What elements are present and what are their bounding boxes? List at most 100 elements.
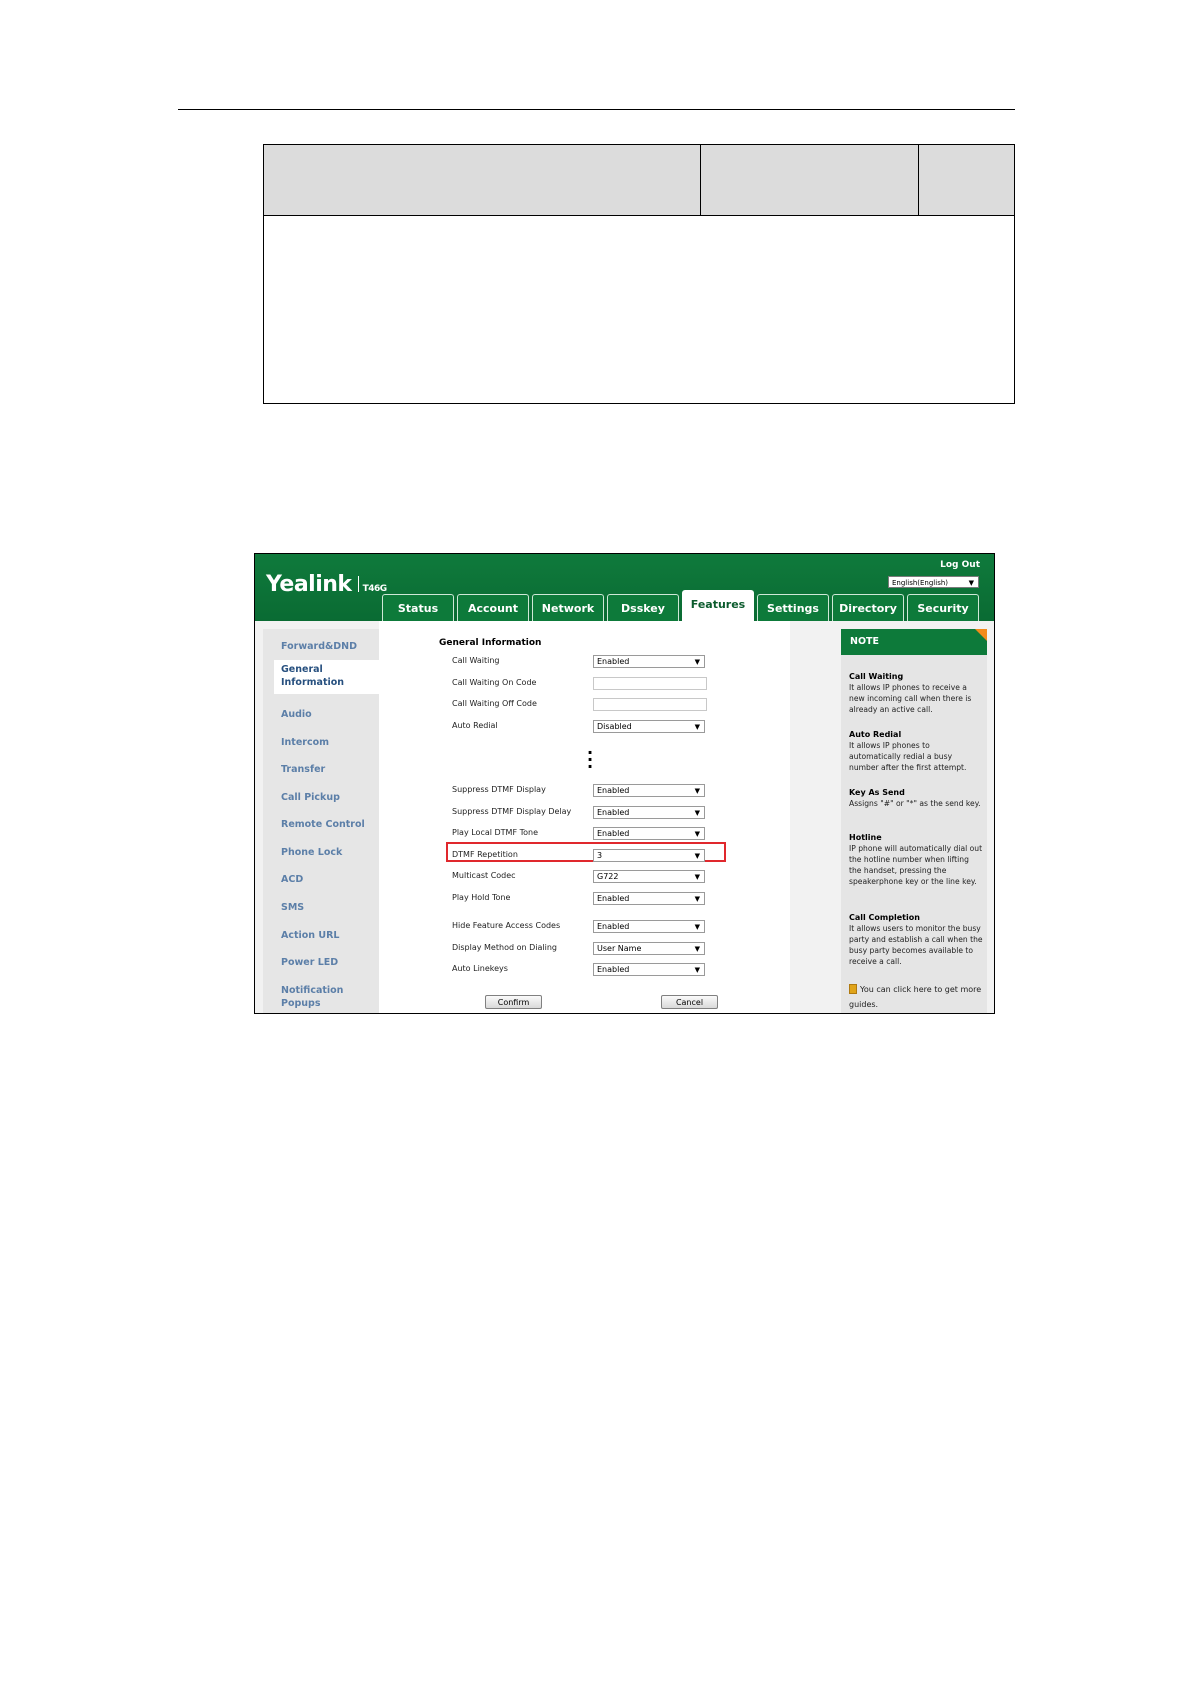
select-value: 3	[597, 851, 603, 860]
display-method-on-dialing-label: Display Method on Dialing	[452, 943, 557, 952]
dropdown-arrow-icon: ▼	[694, 895, 700, 903]
suppress-dtmf-display-delay-label: Suppress DTMF Display Delay	[452, 807, 572, 816]
display-method-on-dialing-select[interactable]: User Name ▼	[593, 942, 705, 955]
note-text: It allows IP phones to receive a new inc…	[849, 683, 972, 714]
note-call-completion: Call Completion It allows users to monit…	[849, 912, 983, 967]
sidebar: Forward&DND General Information Audio In…	[263, 629, 379, 1013]
note-panel: NOTE Call Waiting It allows IP phones to…	[841, 629, 987, 1013]
select-value: Disabled	[597, 722, 632, 731]
note-text: It allows IP phones to automatically red…	[849, 741, 967, 772]
sidebar-item-forward-dnd[interactable]: Forward&DND	[281, 640, 357, 653]
dropdown-arrow-icon: ▼	[694, 923, 700, 931]
tab-dsskey[interactable]: Dsskey	[607, 594, 679, 621]
note-auto-redial: Auto Redial It allows IP phones to autom…	[849, 729, 983, 773]
yealink-logo: Yealink T46G	[266, 572, 387, 597]
suppress-dtmf-display-select[interactable]: Enabled ▼	[593, 784, 705, 797]
dtmf-repetition-select[interactable]: 3 ▼	[593, 849, 705, 862]
tab-status[interactable]: Status	[382, 594, 454, 621]
note-text: IP phone will automatically dial out the…	[849, 844, 983, 886]
play-hold-tone-select[interactable]: Enabled ▼	[593, 892, 705, 905]
dropdown-arrow-icon: ▼	[968, 579, 974, 587]
note-heading: Hotline	[849, 833, 882, 842]
dropdown-arrow-icon: ▼	[694, 873, 700, 881]
sidebar-item-action-url[interactable]: Action URL	[281, 929, 339, 942]
confirm-button[interactable]: Confirm	[485, 995, 542, 1009]
tab-features[interactable]: Features	[682, 590, 754, 621]
sidebar-item-acd[interactable]: ACD	[281, 873, 303, 886]
sidebar-item-call-pickup[interactable]: Call Pickup	[281, 791, 340, 804]
dropdown-arrow-icon: ▼	[694, 658, 700, 666]
document-table	[263, 144, 1015, 404]
suppress-dtmf-display-delay-select[interactable]: Enabled ▼	[593, 806, 705, 819]
sidebar-item-transfer[interactable]: Transfer	[281, 763, 325, 776]
cancel-button[interactable]: Cancel	[661, 995, 718, 1009]
note-hotline: Hotline IP phone will automatically dial…	[849, 832, 983, 887]
note-title: NOTE	[841, 629, 987, 655]
model-label: T46G	[362, 584, 388, 594]
sidebar-item-remote-control[interactable]: Remote Control	[281, 818, 365, 831]
note-corner-icon	[975, 629, 987, 641]
logout-link[interactable]: Log Out	[940, 560, 980, 570]
sidebar-item-power-led[interactable]: Power LED	[281, 956, 338, 969]
suppress-dtmf-display-label: Suppress DTMF Display	[452, 785, 546, 794]
dtmf-repetition-label: DTMF Repetition	[452, 850, 518, 859]
dropdown-arrow-icon: ▼	[694, 787, 700, 795]
call-waiting-on-code-input[interactable]	[593, 677, 707, 690]
table-header-row	[264, 145, 1014, 216]
select-value: User Name	[597, 944, 642, 953]
page-header-rule	[178, 109, 1015, 110]
select-value: Enabled	[597, 922, 630, 931]
language-select[interactable]: English(English) ▼	[888, 576, 979, 588]
top-header-bar: Yealink T46G Log Out English(English) ▼ S…	[255, 554, 994, 621]
sidebar-item-notification-popups[interactable]: Notification Popups	[281, 984, 379, 1010]
guide-link[interactable]: You can click here to get more guides.	[849, 982, 983, 1012]
tab-network[interactable]: Network	[532, 594, 604, 621]
sidebar-item-phone-lock[interactable]: Phone Lock	[281, 846, 342, 859]
dropdown-arrow-icon: ▼	[694, 723, 700, 731]
tab-account[interactable]: Account	[457, 594, 529, 621]
call-waiting-select[interactable]: Enabled ▼	[593, 655, 705, 668]
select-value: Enabled	[597, 894, 630, 903]
sidebar-item-sms[interactable]: SMS	[281, 901, 304, 914]
call-waiting-off-code-input[interactable]	[593, 698, 707, 711]
sidebar-item-general-information[interactable]: General Information	[274, 660, 379, 694]
sidebar-item-intercom[interactable]: Intercom	[281, 736, 329, 749]
content-area: Forward&DND General Information Audio In…	[255, 621, 994, 1013]
ellipsis-vertical-icon: · · ·	[587, 743, 594, 776]
select-value: Enabled	[597, 657, 630, 666]
note-heading: Call Completion	[849, 913, 920, 922]
select-value: Enabled	[597, 808, 630, 817]
tab-security[interactable]: Security	[907, 594, 979, 621]
auto-redial-select[interactable]: Disabled ▼	[593, 720, 705, 733]
sidebar-item-audio[interactable]: Audio	[281, 708, 312, 721]
dropdown-arrow-icon: ▼	[694, 966, 700, 974]
guide-link-text[interactable]: You can click here to get more guides.	[849, 985, 981, 1009]
select-value: Enabled	[597, 829, 630, 838]
note-call-waiting: Call Waiting It allows IP phones to rece…	[849, 671, 983, 715]
hide-feature-access-codes-label: Hide Feature Access Codes	[452, 921, 561, 930]
play-local-dtmf-tone-select[interactable]: Enabled ▼	[593, 827, 705, 840]
guide-book-icon	[849, 984, 857, 994]
note-heading: Key As Send	[849, 788, 905, 797]
multicast-codec-select[interactable]: G722 ▼	[593, 870, 705, 883]
table-header-cell-1	[264, 145, 701, 215]
language-value: English(English)	[892, 579, 949, 587]
dropdown-arrow-icon: ▼	[694, 830, 700, 838]
select-value: Enabled	[597, 965, 630, 974]
dropdown-arrow-icon: ▼	[694, 809, 700, 817]
note-key-as-send: Key As Send Assigns "#" or "*" as the se…	[849, 787, 983, 809]
call-waiting-label: Call Waiting	[452, 656, 500, 665]
dropdown-arrow-icon: ▼	[694, 945, 700, 953]
auto-redial-label: Auto Redial	[452, 721, 498, 730]
tab-settings[interactable]: Settings	[757, 594, 829, 621]
section-title: General Information	[439, 638, 542, 648]
note-text: It allows users to monitor the busy part…	[849, 924, 983, 966]
select-value: Enabled	[597, 786, 630, 795]
web-ui-screenshot: Yealink T46G Log Out English(English) ▼ S…	[254, 553, 995, 1014]
table-header-cell-2	[701, 145, 919, 215]
multicast-codec-label: Multicast Codec	[452, 871, 516, 880]
hide-feature-access-codes-select[interactable]: Enabled ▼	[593, 920, 705, 933]
tab-directory[interactable]: Directory	[832, 594, 904, 621]
auto-linekeys-select[interactable]: Enabled ▼	[593, 963, 705, 976]
select-value: G722	[597, 872, 619, 881]
